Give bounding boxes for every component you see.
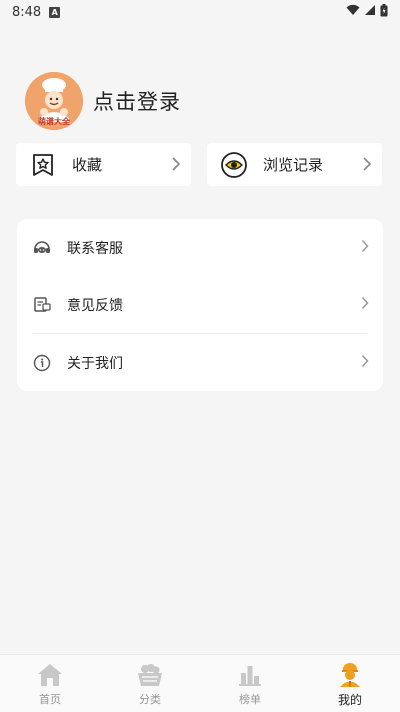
info-icon xyxy=(33,354,51,372)
chevron-right-icon xyxy=(171,156,181,176)
tab-label: 榜单 xyxy=(239,693,261,706)
login-prompt[interactable]: 点击登录 xyxy=(93,86,181,116)
menu-label: 关于我们 xyxy=(67,355,123,372)
chevron-right-icon xyxy=(362,156,372,176)
favorites-card[interactable]: 收藏 xyxy=(16,143,191,186)
menu-item-contact-support[interactable]: 联系客服 xyxy=(17,219,383,276)
star-box-icon xyxy=(30,152,56,178)
home-icon xyxy=(37,662,63,688)
chevron-right-icon xyxy=(361,295,369,314)
tab-profile[interactable]: 我的 xyxy=(300,655,400,712)
menu-item-about-us[interactable]: 关于我们 xyxy=(17,334,383,391)
tab-ranking[interactable]: 榜单 xyxy=(200,655,300,712)
eye-icon xyxy=(221,151,247,178)
battery-icon xyxy=(380,3,388,21)
tab-label: 首页 xyxy=(39,693,61,706)
avatar[interactable]: 萌谱大全 xyxy=(25,72,83,130)
menu-label: 意见反馈 xyxy=(67,297,123,314)
tab-category[interactable]: 分类 xyxy=(100,655,200,712)
basket-icon xyxy=(137,662,163,688)
favorites-label: 收藏 xyxy=(72,156,103,174)
signal-icon xyxy=(364,4,376,20)
ranking-icon xyxy=(237,662,263,688)
chevron-right-icon xyxy=(361,353,369,372)
wifi-icon xyxy=(346,4,360,20)
profile-icon xyxy=(337,662,363,688)
menu-item-feedback[interactable]: 意见反馈 xyxy=(17,276,383,333)
profile-header[interactable]: 萌谱大全 点击登录 xyxy=(25,72,181,130)
menu-label: 联系客服 xyxy=(67,240,123,257)
history-card[interactable]: 浏览记录 xyxy=(207,143,382,186)
notification-icon: A xyxy=(49,6,61,18)
feedback-icon xyxy=(33,296,51,314)
avatar-logo-text: 萌谱大全 xyxy=(38,117,70,126)
tab-label: 分类 xyxy=(139,693,161,706)
bottom-tab-bar: 首页 分类 榜单 我的 xyxy=(0,654,400,712)
tab-home[interactable]: 首页 xyxy=(0,655,100,712)
tab-label: 我的 xyxy=(337,693,362,707)
headset-icon xyxy=(33,239,51,257)
history-label: 浏览记录 xyxy=(263,156,324,174)
chevron-right-icon xyxy=(361,238,369,257)
status-bar: 8:48 A xyxy=(0,0,400,24)
status-time: 8:48 xyxy=(12,4,42,20)
settings-menu: 联系客服 意见反馈 关于我们 xyxy=(17,219,383,391)
